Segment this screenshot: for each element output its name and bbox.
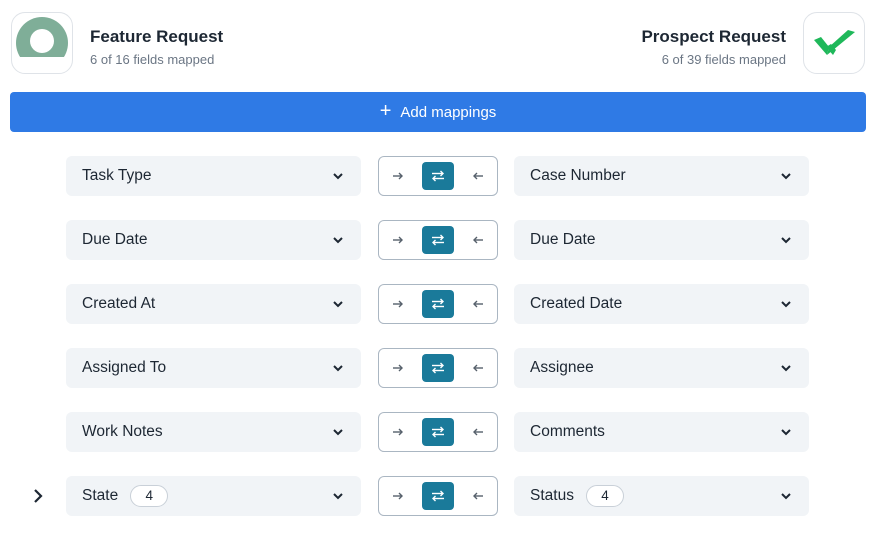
sync-left-to-right-button[interactable] bbox=[382, 482, 414, 510]
target-field-label: Status bbox=[530, 487, 574, 504]
source-field-label: Assigned To bbox=[82, 359, 167, 376]
target-app-logo bbox=[803, 12, 865, 74]
arrow-left-icon bbox=[473, 172, 483, 180]
source-field-select[interactable]: State 4 bbox=[66, 476, 361, 516]
bidirectional-arrows-icon bbox=[432, 426, 444, 438]
chevron-down-icon bbox=[333, 173, 343, 180]
source-field-label: Due Date bbox=[82, 231, 148, 248]
bidirectional-arrows-icon bbox=[432, 170, 444, 182]
bidirectional-arrows-icon bbox=[432, 298, 444, 310]
sync-right-to-left-button[interactable] bbox=[462, 226, 494, 254]
plus-icon: + bbox=[379, 100, 392, 122]
arrow-left-icon bbox=[473, 236, 483, 244]
source-app-title: Feature Request bbox=[90, 27, 224, 46]
sync-bidirectional-button[interactable] bbox=[422, 290, 454, 318]
target-field-select[interactable]: Due Date bbox=[514, 220, 809, 260]
target-field-select[interactable]: Case Number bbox=[514, 156, 809, 196]
sync-bidirectional-button[interactable] bbox=[422, 226, 454, 254]
sync-bidirectional-button[interactable] bbox=[422, 354, 454, 382]
arrow-right-icon bbox=[393, 428, 403, 436]
sync-left-to-right-button[interactable] bbox=[382, 418, 414, 446]
bidirectional-arrows-icon bbox=[432, 490, 444, 502]
sync-right-to-left-button[interactable] bbox=[462, 482, 494, 510]
chevron-down-icon bbox=[333, 237, 343, 244]
sync-right-to-left-button[interactable] bbox=[462, 290, 494, 318]
source-app-logo bbox=[11, 12, 73, 74]
source-field-select[interactable]: Assigned To bbox=[66, 348, 361, 388]
chevron-down-icon bbox=[781, 365, 791, 372]
chevron-down-icon bbox=[781, 237, 791, 244]
arrow-left-icon bbox=[473, 428, 483, 436]
target-field-label: Comments bbox=[530, 423, 605, 440]
source-field-label: Work Notes bbox=[82, 423, 163, 440]
chevron-down-icon bbox=[333, 365, 343, 372]
arrow-right-icon bbox=[393, 300, 403, 308]
chevron-down-icon bbox=[333, 301, 343, 308]
arrow-right-icon bbox=[393, 172, 403, 180]
target-app-fields-count: 6 of 39 fields mapped bbox=[661, 52, 786, 67]
sync-left-to-right-button[interactable] bbox=[382, 226, 414, 254]
mapping-row: Due Date Due Date bbox=[0, 220, 878, 260]
sync-left-to-right-button[interactable] bbox=[382, 354, 414, 382]
add-mappings-button[interactable]: + Add mappings bbox=[10, 92, 866, 132]
chevron-down-icon bbox=[781, 493, 791, 500]
source-field-label: Task Type bbox=[82, 167, 152, 184]
chevron-down-icon bbox=[333, 429, 343, 436]
arrow-left-icon bbox=[473, 300, 483, 308]
bidirectional-arrows-icon bbox=[432, 362, 444, 374]
mapping-row: Task Type Case Number bbox=[0, 156, 878, 196]
sync-right-to-left-button[interactable] bbox=[462, 418, 494, 446]
sync-direction-toggle bbox=[378, 348, 498, 388]
target-field-select[interactable]: Assignee bbox=[514, 348, 809, 388]
source-field-select[interactable]: Due Date bbox=[66, 220, 361, 260]
sync-left-to-right-button[interactable] bbox=[382, 162, 414, 190]
target-field-label: Assignee bbox=[530, 359, 594, 376]
chevron-down-icon bbox=[333, 493, 343, 500]
source-app-fields-count: 6 of 16 fields mapped bbox=[90, 52, 215, 67]
mapping-row: Created At Created Date bbox=[0, 284, 878, 324]
target-app-title: Prospect Request bbox=[641, 27, 786, 46]
source-field-label: State bbox=[82, 487, 119, 504]
value-count-badge: 4 bbox=[585, 485, 624, 507]
sync-bidirectional-button[interactable] bbox=[422, 482, 454, 510]
chevron-down-icon bbox=[781, 173, 791, 180]
value-count-badge: 4 bbox=[130, 485, 169, 507]
target-field-select[interactable]: Created Date bbox=[514, 284, 809, 324]
source-field-select[interactable]: Task Type bbox=[66, 156, 361, 196]
sync-direction-toggle bbox=[378, 284, 498, 324]
sync-direction-toggle bbox=[378, 476, 498, 516]
sync-right-to-left-button[interactable] bbox=[462, 354, 494, 382]
sync-direction-toggle bbox=[378, 220, 498, 260]
target-field-label: Created Date bbox=[530, 295, 623, 312]
sync-right-to-left-button[interactable] bbox=[462, 162, 494, 190]
arrow-left-icon bbox=[473, 492, 483, 500]
mapping-row: State 4 Status 4 bbox=[0, 476, 878, 516]
target-field-label: Case Number bbox=[530, 167, 626, 184]
target-field-label: Due Date bbox=[530, 231, 596, 248]
chevron-down-icon bbox=[781, 429, 791, 436]
sync-bidirectional-button[interactable] bbox=[422, 418, 454, 446]
add-mappings-label: Add mappings bbox=[400, 103, 497, 121]
mapping-row: Assigned To Assignee bbox=[0, 348, 878, 388]
sync-direction-toggle bbox=[378, 412, 498, 452]
arrow-left-icon bbox=[473, 364, 483, 372]
source-field-label: Created At bbox=[82, 295, 156, 312]
chevron-right-icon[interactable] bbox=[30, 488, 46, 504]
mapping-row: Work Notes Comments bbox=[0, 412, 878, 452]
source-field-select[interactable]: Created At bbox=[66, 284, 361, 324]
sync-bidirectional-button[interactable] bbox=[422, 162, 454, 190]
arrow-right-icon bbox=[393, 236, 403, 244]
target-field-select[interactable]: Status 4 bbox=[514, 476, 809, 516]
arrow-right-icon bbox=[393, 492, 403, 500]
source-field-select[interactable]: Work Notes bbox=[66, 412, 361, 452]
sync-left-to-right-button[interactable] bbox=[382, 290, 414, 318]
bidirectional-arrows-icon bbox=[432, 234, 444, 246]
sync-direction-toggle bbox=[378, 156, 498, 196]
target-field-select[interactable]: Comments bbox=[514, 412, 809, 452]
arrow-right-icon bbox=[393, 364, 403, 372]
double-check-icon bbox=[814, 30, 855, 55]
chevron-down-icon bbox=[781, 301, 791, 308]
circle-avatar-icon bbox=[16, 17, 68, 69]
